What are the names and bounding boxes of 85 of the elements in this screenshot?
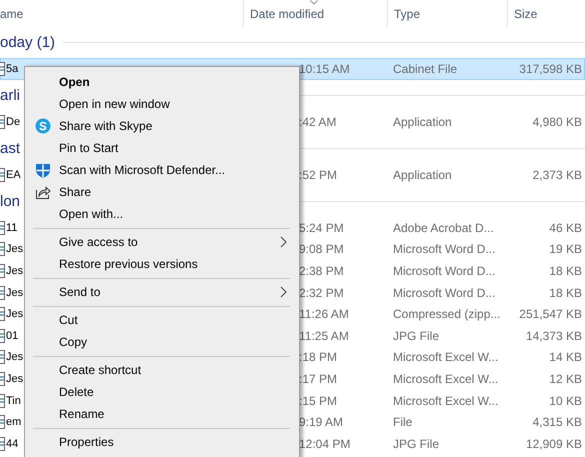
date-modified: 11:26 AM: [298, 307, 349, 322]
file-name: Jes: [6, 308, 24, 320]
menu-item[interactable]: Copy: [27, 331, 297, 353]
file-type: JPG File: [392, 436, 440, 451]
date-modified: :52 PM: [298, 168, 338, 182]
file-type: Microsoft Word D...: [392, 242, 496, 256]
file-type: File: [392, 415, 412, 430]
file-name: Tin: [6, 394, 21, 407]
share-icon: [35, 184, 51, 200]
file-type: Cabinet File: [392, 62, 458, 76]
file-name: Jes: [6, 351, 24, 364]
file-type: Application: [392, 168, 452, 182]
date-modified: 2:38 PM: [298, 264, 344, 278]
file-name: 11: [6, 222, 18, 234]
file-type: Microsoft Excel W...: [392, 350, 498, 364]
sort-icon: [310, 0, 318, 5]
file-type: Adobe Acrobat D...: [392, 220, 494, 235]
menu-item[interactable]: Open: [27, 71, 297, 93]
file-size: 46 KB: [549, 220, 583, 235]
date-modified: 11:25 AM: [298, 328, 349, 343]
menu-item[interactable]: Give access to: [27, 231, 297, 253]
menu-item[interactable]: Delete: [27, 381, 297, 403]
file-name: EA: [6, 169, 21, 181]
file-name: 01: [6, 330, 18, 342]
column-header[interactable]: Type: [394, 6, 420, 20]
menu-item[interactable]: Restore previous versions: [27, 253, 297, 275]
file-size: 14 KB: [549, 350, 583, 364]
file-name: 5a: [6, 63, 18, 75]
file-type: Microsoft Excel W...: [392, 372, 498, 386]
menu-item[interactable]: Share: [27, 181, 297, 203]
menu-item[interactable]: Create shortcut: [27, 359, 297, 381]
file-name: De: [6, 116, 20, 128]
date-modified: :15 PM: [298, 394, 338, 408]
menu-item[interactable]: Scan with Microsoft Defender...: [27, 159, 297, 181]
menu-item[interactable]: Cut: [27, 309, 297, 331]
date-modified: 5:24 PM: [298, 220, 344, 235]
menu-item[interactable]: Pin to Start: [27, 137, 297, 159]
file-size: 18 KB: [549, 286, 583, 300]
file-type: Microsoft Excel W...: [392, 394, 498, 408]
file-type: Microsoft Word D...: [392, 286, 496, 300]
file-name: em: [6, 416, 22, 428]
shield-icon: [35, 162, 51, 178]
file-size: 14,373 KB: [526, 328, 583, 343]
date-modified: 10:15 AM: [298, 62, 350, 76]
file-size: 317,598 KB: [519, 62, 583, 76]
skype-icon: [35, 118, 51, 134]
menu-item[interactable]: Share with Skype: [27, 115, 297, 137]
menu-item[interactable]: Send to: [27, 281, 297, 303]
file-type: JPG File: [392, 328, 440, 343]
date-modified: :17 PM: [298, 372, 338, 386]
column-header[interactable]: Size: [514, 6, 538, 20]
file-size: 4,980 KB: [532, 115, 583, 129]
file-size: 251,547 KB: [519, 307, 583, 322]
group-header[interactable]: oday (1): [0, 34, 56, 51]
date-modified: :18 PM: [298, 350, 338, 364]
file-name: Jes: [6, 243, 24, 256]
file-type: Compressed (zipp...: [392, 307, 500, 322]
date-modified: 9:19 AM: [298, 415, 344, 430]
date-modified: 12:04 PM: [298, 436, 350, 451]
group-header[interactable]: lon: [0, 193, 20, 210]
file-icon: [0, 62, 5, 76]
file-name: Jes: [6, 286, 24, 299]
menu-item[interactable]: Open with...: [27, 203, 297, 225]
group-header[interactable]: arli: [0, 87, 20, 104]
file-size: 12 KB: [549, 372, 583, 386]
file-type: Microsoft Word D...: [392, 264, 496, 278]
column-header[interactable]: Date modified: [250, 6, 324, 20]
file-size: 2,373 KB: [532, 168, 583, 182]
date-modified: :42 AM: [298, 115, 336, 129]
file-size: 19 KB: [549, 242, 583, 256]
file-name: Jes: [6, 264, 24, 277]
file-name: 44: [6, 438, 18, 450]
file-size: 12,909 KB: [526, 436, 583, 451]
file-name: Jes: [6, 372, 24, 385]
column-header[interactable]: ame: [0, 6, 24, 20]
group-header[interactable]: ast: [0, 140, 20, 157]
menu-item[interactable]: Open in new window: [27, 93, 297, 115]
menu-item[interactable]: Rename: [27, 403, 297, 425]
file-size: 18 KB: [549, 264, 583, 278]
date-modified: 2:32 PM: [298, 286, 344, 300]
file-size: 4,315 KB: [532, 415, 583, 430]
file-size: 10 KB: [549, 394, 583, 408]
file-type: Application: [392, 115, 452, 129]
date-modified: 9:08 PM: [298, 242, 344, 256]
menu-item[interactable]: Properties: [27, 431, 297, 453]
